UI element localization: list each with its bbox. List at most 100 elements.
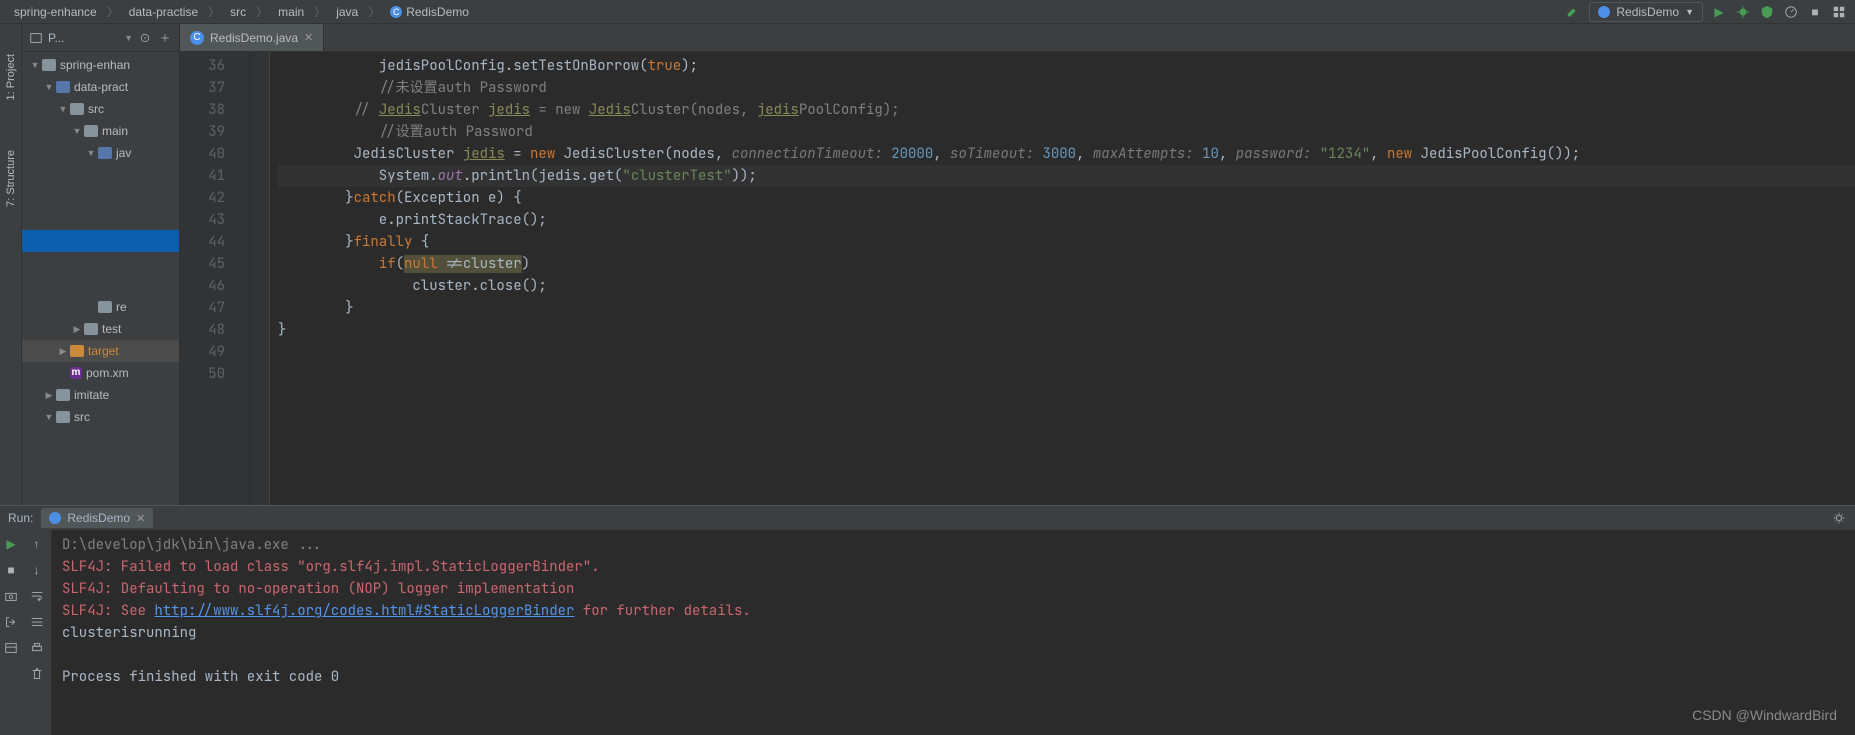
- tree-item[interactable]: test: [22, 318, 179, 340]
- run-tab[interactable]: RedisDemo ✕: [41, 508, 153, 528]
- tree-arrow-icon[interactable]: [42, 82, 56, 92]
- chevron-right-icon: 〉: [254, 3, 270, 20]
- folder-icon: [84, 323, 98, 335]
- code-line[interactable]: //未设置auth Password: [278, 77, 1855, 99]
- run-icon[interactable]: ▶: [1711, 4, 1727, 20]
- toolbar-right: RedisDemo ▼ ▶ ■: [1565, 2, 1847, 22]
- breadcrumb-item[interactable]: src: [224, 3, 252, 21]
- run-tab-label: RedisDemo: [67, 511, 130, 525]
- profiler-icon[interactable]: [1783, 4, 1799, 20]
- camera-icon[interactable]: [3, 588, 19, 604]
- tree-arrow-icon[interactable]: [28, 60, 42, 70]
- layout-icon[interactable]: [3, 640, 19, 656]
- breadcrumb-item[interactable]: spring-enhance: [8, 3, 103, 21]
- tree-item[interactable]: spring-enhan: [22, 54, 179, 76]
- chevron-down-icon[interactable]: ▼: [124, 33, 133, 43]
- tree-item[interactable]: [22, 186, 179, 208]
- line-number: 41: [180, 165, 225, 187]
- editor-area: C RedisDemo.java ✕ 363738394041424344454…: [180, 24, 1855, 505]
- run-action-gutter: ▶ ■: [0, 530, 22, 735]
- stop-icon[interactable]: ■: [3, 562, 19, 578]
- tree-item[interactable]: main: [22, 120, 179, 142]
- exit-icon[interactable]: [3, 614, 19, 630]
- tree-arrow-icon[interactable]: [70, 126, 84, 136]
- breadcrumb-item[interactable]: java: [330, 3, 364, 21]
- tree-item[interactable]: [22, 252, 179, 274]
- folder-icon: [98, 147, 112, 159]
- code-line[interactable]: //设置auth Password: [278, 121, 1855, 143]
- code-line[interactable]: JedisCluster jedis = new JedisCluster(no…: [278, 143, 1855, 165]
- tree-item-label: data-pract: [74, 80, 128, 94]
- tree-arrow-icon[interactable]: [42, 390, 56, 401]
- down-icon[interactable]: ↓: [29, 562, 45, 578]
- tree-arrow-icon[interactable]: [42, 412, 56, 422]
- code-content[interactable]: jedisPoolConfig.setTestOnBorrow(true); /…: [270, 52, 1855, 505]
- code-line[interactable]: }: [278, 319, 1855, 341]
- tree-item[interactable]: src: [22, 406, 179, 428]
- up-icon[interactable]: ↑: [29, 536, 45, 552]
- tree-arrow-icon[interactable]: [84, 148, 98, 158]
- tree-arrow-icon[interactable]: [70, 324, 84, 335]
- line-number: 39: [180, 121, 225, 143]
- tree-item[interactable]: data-pract: [22, 76, 179, 98]
- run-config-selector[interactable]: RedisDemo ▼: [1589, 2, 1703, 22]
- stop-icon[interactable]: ■: [1807, 4, 1823, 20]
- tree-arrow-icon[interactable]: [56, 104, 70, 114]
- rerun-icon[interactable]: ▶: [3, 536, 19, 552]
- tree-item[interactable]: imitate: [22, 384, 179, 406]
- debug-icon[interactable]: [1735, 4, 1751, 20]
- main-toolbar: spring-enhance〉data-practise〉src〉main〉ja…: [0, 0, 1855, 24]
- line-number: 44: [180, 231, 225, 253]
- editor-body[interactable]: 363738394041424344454647484950 jedisPool…: [180, 52, 1855, 505]
- folder-icon: [84, 125, 98, 137]
- code-line[interactable]: }finally {: [278, 231, 1855, 253]
- code-line[interactable]: e.printStackTrace();: [278, 209, 1855, 231]
- hammer-icon[interactable]: [1565, 4, 1581, 20]
- tree-item-label: spring-enhan: [60, 58, 130, 72]
- code-line[interactable]: [278, 363, 1855, 385]
- line-number: 48: [180, 319, 225, 341]
- breadcrumb-item[interactable]: main: [272, 3, 310, 21]
- console-output[interactable]: D:\develop\jdk\bin\java.exe ...SLF4J: Fa…: [52, 530, 1855, 735]
- code-line[interactable]: [278, 341, 1855, 363]
- print-icon[interactable]: [29, 640, 45, 656]
- tree-item[interactable]: jav: [22, 142, 179, 164]
- project-tool-label[interactable]: 1: Project: [5, 54, 17, 100]
- project-icon[interactable]: [28, 30, 44, 46]
- console-line: D:\develop\jdk\bin\java.exe ...: [62, 534, 1845, 556]
- tree-item[interactable]: [22, 208, 179, 230]
- close-icon[interactable]: ✕: [304, 31, 313, 44]
- tree-item[interactable]: [22, 164, 179, 186]
- target-icon[interactable]: [137, 30, 153, 46]
- tree-item[interactable]: src: [22, 98, 179, 120]
- code-line[interactable]: jedisPoolConfig.setTestOnBorrow(true);: [278, 55, 1855, 77]
- editor-tab[interactable]: C RedisDemo.java ✕: [180, 24, 324, 51]
- trash-icon[interactable]: [29, 666, 45, 682]
- tree-item[interactable]: re: [22, 296, 179, 318]
- breadcrumb-item[interactable]: data-practise: [123, 3, 204, 21]
- code-line[interactable]: cluster.close();: [278, 275, 1855, 297]
- coverage-icon[interactable]: [1759, 4, 1775, 20]
- code-line[interactable]: if(null !=cluster): [278, 253, 1855, 275]
- tree-item[interactable]: mpom.xm: [22, 362, 179, 384]
- code-line[interactable]: }catch(Exception e) {: [278, 187, 1855, 209]
- console-line: clusterisrunning: [62, 622, 1845, 644]
- tree-item[interactable]: [22, 274, 179, 296]
- project-tree[interactable]: spring-enhandata-practsrcmainjavretestta…: [22, 52, 179, 505]
- code-line[interactable]: // JedisCluster jedis = new JedisCluster…: [278, 99, 1855, 121]
- breadcrumb-item[interactable]: CRedisDemo: [384, 3, 475, 21]
- wrap-icon[interactable]: [29, 588, 45, 604]
- scroll-icon[interactable]: [29, 614, 45, 630]
- editor-tabs: C RedisDemo.java ✕: [180, 24, 1855, 52]
- tree-item-label: re: [116, 300, 127, 314]
- structure-tool-label[interactable]: 7: Structure: [5, 150, 17, 207]
- gear-icon[interactable]: [1831, 510, 1847, 526]
- tree-item[interactable]: [22, 230, 179, 252]
- code-line[interactable]: System.out.println(jedis.get("clusterTes…: [278, 165, 1855, 187]
- search-icon[interactable]: [1831, 4, 1847, 20]
- close-icon[interactable]: ✕: [136, 512, 145, 525]
- collapse-icon[interactable]: [157, 30, 173, 46]
- tree-arrow-icon[interactable]: [56, 346, 70, 357]
- tree-item[interactable]: target: [22, 340, 179, 362]
- code-line[interactable]: }: [278, 297, 1855, 319]
